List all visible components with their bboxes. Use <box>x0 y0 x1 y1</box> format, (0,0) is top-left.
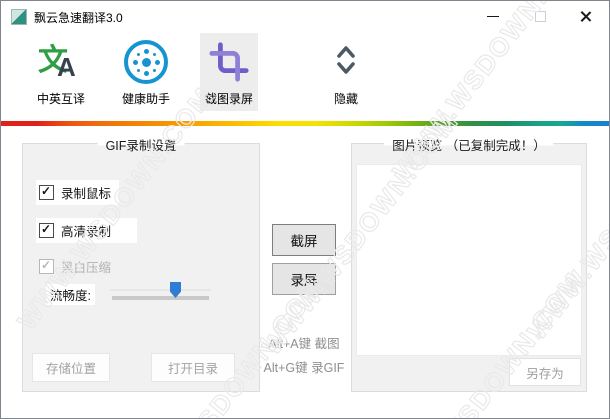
save-as-button[interactable]: 另存为 <box>509 358 581 386</box>
checkbox-record-mouse[interactable]: 录制鼠标 <box>36 180 120 205</box>
chevron-up-down-icon <box>334 34 358 90</box>
titlebar[interactable]: 飘云急速翻译3.0 <box>1 1 609 31</box>
rainbow-divider <box>1 121 609 126</box>
smoothness-slider-track[interactable] <box>110 289 211 291</box>
checkbox-label: 黑白压缩 <box>61 261 112 275</box>
toolbar-item-label: 中英互译 <box>36 92 85 106</box>
checkbox-checked-icon <box>39 258 54 274</box>
gif-settings-groupbox: GIF录制设置 录制鼠标 高清录制 黑白压缩 流畅度: 存储位置 打开目录 <box>22 135 260 392</box>
window-title: 飘云急速翻译3.0 <box>34 11 123 25</box>
hotkey-hint-screenshot: Alt+A键 截图 <box>268 337 340 351</box>
close-icon <box>579 10 592 23</box>
minimize-button[interactable] <box>475 1 511 31</box>
screen-record-button[interactable]: 录屏 <box>272 263 336 295</box>
toolbar-item-label: 截图录屏 <box>204 92 253 106</box>
open-directory-button[interactable]: 打开目录 <box>151 353 235 382</box>
smoothness-label: 流畅度: <box>46 284 95 305</box>
crop-icon <box>208 34 250 90</box>
checkbox-checked-icon <box>39 222 54 238</box>
checkbox-label: 高清录制 <box>61 225 112 239</box>
checkbox-label: 录制鼠标 <box>61 187 112 201</box>
storage-location-button[interactable]: 存储位置 <box>32 353 110 382</box>
close-button[interactable] <box>567 1 603 31</box>
toolbar-item-label: 隐藏 <box>333 92 358 106</box>
toolbar-item-hide[interactable]: 隐藏 <box>306 33 386 111</box>
preview-groupbox: 图片预览 （已复制完成！） 另存为 <box>351 135 587 392</box>
gif-settings-title: GIF录制设置 <box>97 135 185 154</box>
toolbar-item-label: 健康助手 <box>121 92 170 106</box>
toolbar-item-capture-selected[interactable]: 截图录屏 <box>200 33 258 111</box>
smoothness-slider-channel <box>112 296 209 300</box>
screenshot-button[interactable]: 截屏 <box>272 224 336 256</box>
checkbox-bw-compress-disabled: 黑白压缩 <box>36 254 119 279</box>
maximize-button <box>522 1 558 31</box>
maximize-icon <box>534 10 546 22</box>
minimize-icon <box>487 15 499 17</box>
app-icon <box>11 9 27 25</box>
image-preview-area <box>356 164 582 356</box>
checkbox-hd-record[interactable]: 高清录制 <box>36 218 138 243</box>
app-window: 飘云急速翻译3.0 文A 中英互译 健康助手 截图录屏 隐藏 GIF录制设置 ✓… <box>0 0 610 419</box>
dotted-circle-icon <box>124 34 168 90</box>
toolbar-item-health[interactable]: 健康助手 <box>106 33 186 111</box>
toolbar-item-translate[interactable]: 文A 中英互译 <box>21 33 101 111</box>
hotkey-hint-gif: Alt+G键 录GIF <box>263 361 345 375</box>
checkbox-checked-icon <box>39 184 54 200</box>
preview-title: 图片预览 （已复制完成！） <box>384 135 554 154</box>
translate-icon: 文A <box>38 44 76 82</box>
